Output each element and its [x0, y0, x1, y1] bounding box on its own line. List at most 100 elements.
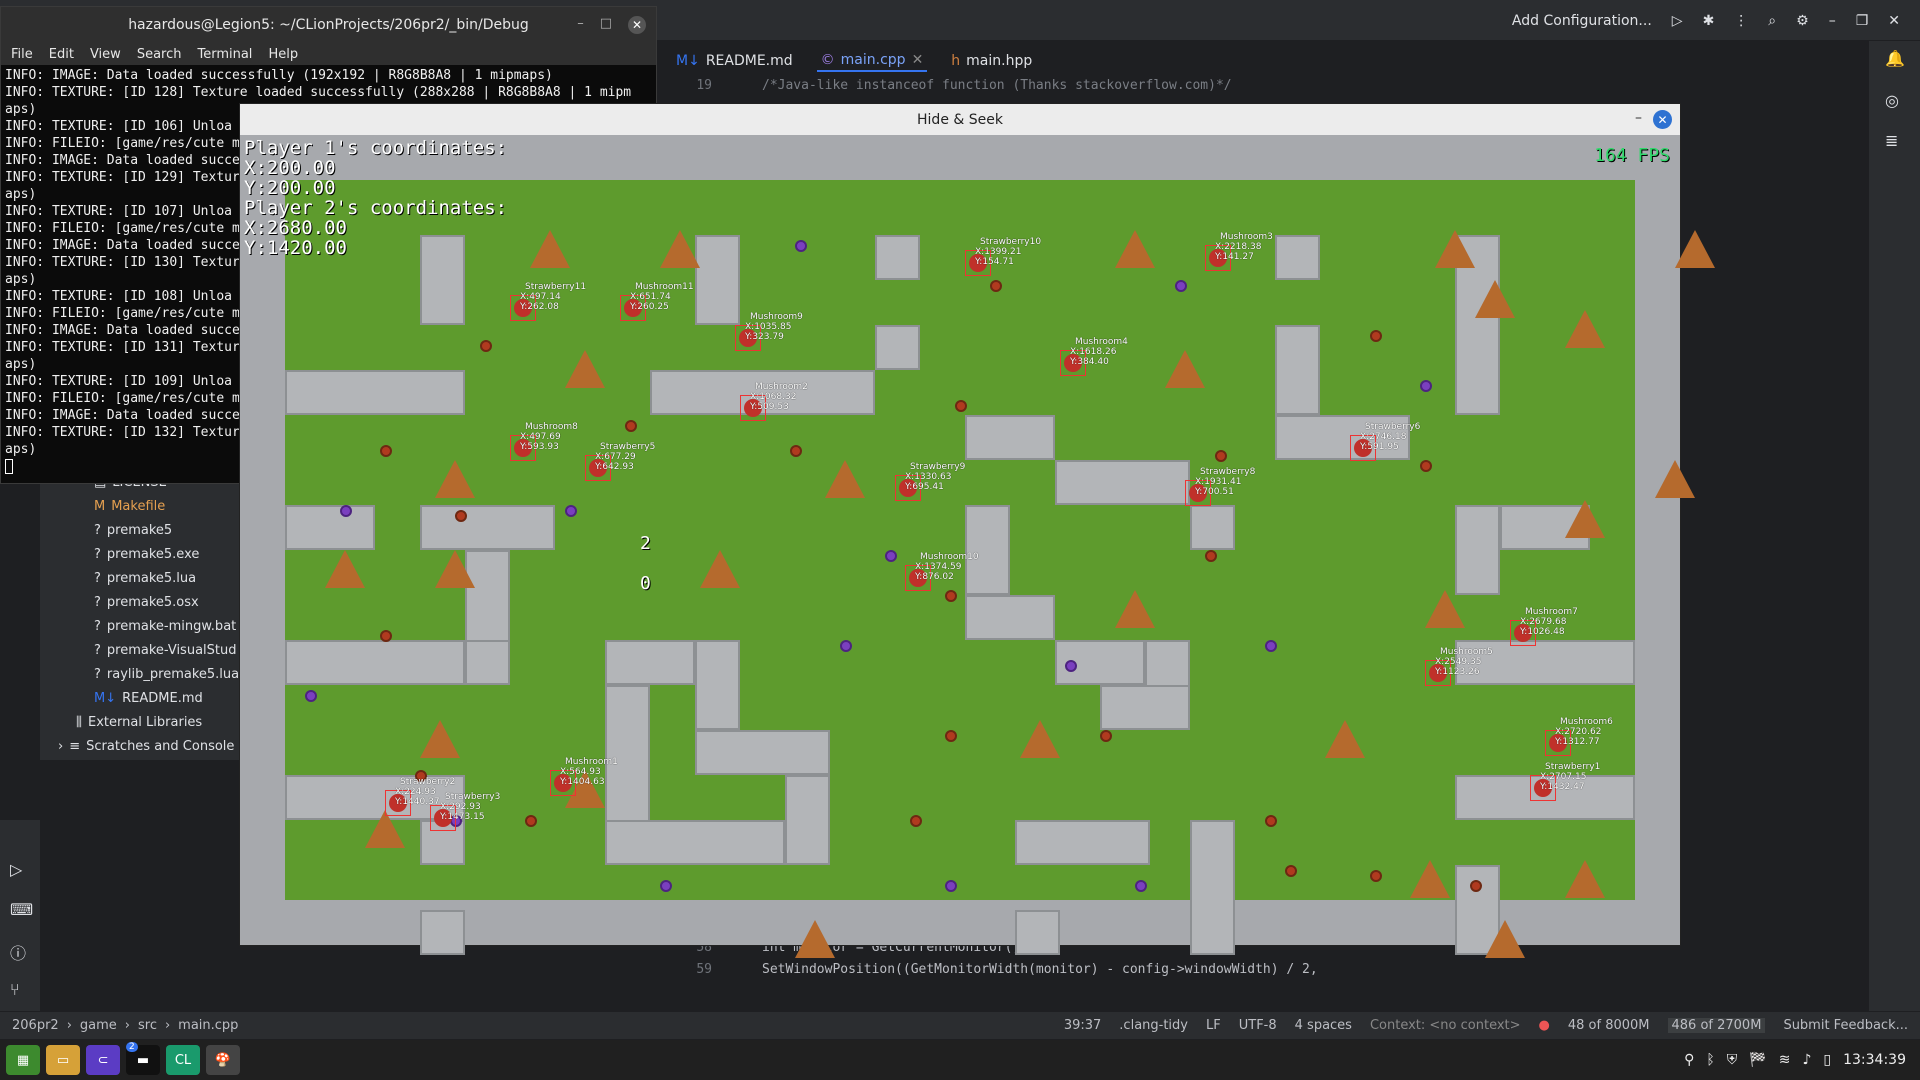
game-window[interactable]: Hide & Seek – ✕ Strawberry10 X:1399.21 Y:1… — [239, 103, 1715, 958]
minimize-icon[interactable]: – — [1635, 110, 1642, 126]
menu-terminal[interactable]: Terminal — [197, 47, 252, 62]
menu-help[interactable]: Help — [268, 47, 298, 62]
stone-wall — [1055, 460, 1190, 505]
close-icon[interactable]: ✕ — [1653, 110, 1672, 129]
clock[interactable]: 13:34:39 — [1843, 1052, 1906, 1068]
entity-name-label: Mushroom3 — [1220, 232, 1273, 242]
menu-edit[interactable]: Edit — [49, 47, 74, 62]
tree-item[interactable]: ? premake-mingw.bat — [40, 614, 240, 638]
run-config-dropdown[interactable]: Add Configuration... — [1512, 13, 1652, 29]
maximize-icon[interactable]: □ — [600, 16, 612, 34]
entity-name-label: Mushroom2 — [755, 382, 808, 392]
entity-name-label: Mushroom8 — [525, 422, 578, 432]
vs-icon[interactable]: ⊂ — [86, 1045, 120, 1075]
ai-assistant-icon[interactable]: ◎ — [1885, 91, 1899, 110]
line-separator[interactable]: LF — [1206, 1018, 1221, 1033]
more-icon[interactable]: ⋮ — [1734, 13, 1748, 29]
tree-item[interactable]: M Makefile — [40, 494, 240, 518]
game-titlebar[interactable]: Hide & Seek – ✕ — [240, 104, 1680, 135]
cursor-position[interactable]: 39:37 — [1064, 1018, 1101, 1033]
system-tray: ⚲ ᛒ ⛨ 🏁 ≋ ♪ ▯ 13:34:39 — [1684, 1040, 1906, 1080]
stone-wall — [695, 640, 740, 730]
tree-item[interactable]: ? premake5.exe — [40, 542, 240, 566]
terminal-titlebar[interactable]: hazardous@Legion5: ~/CLionProjects/206pr… — [1, 7, 656, 43]
entity-y-label: Y:1432.47 — [1540, 782, 1585, 792]
files-icon[interactable]: ▭ — [46, 1045, 80, 1075]
entity-name-label: Mushroom10 — [920, 552, 979, 562]
database-icon[interactable]: ≣ — [1885, 131, 1898, 150]
entity-y-label: Y:260.25 — [630, 302, 669, 312]
run-icon[interactable]: ▷ — [1672, 13, 1683, 29]
linter[interactable]: .clang-tidy — [1119, 1018, 1188, 1033]
memory-indicator-2[interactable]: 486 of 2700M — [1667, 1018, 1766, 1033]
entity-y-label: Y:141.27 — [1215, 252, 1254, 262]
gear-icon[interactable]: ⚙ — [1796, 13, 1809, 29]
window-count-badge: 2 — [126, 1042, 138, 1052]
stone-wall — [965, 505, 1010, 595]
terminal-line: INFO: IMAGE: Data loaded successfully (1… — [5, 68, 553, 83]
restore-icon[interactable]: ❐ — [1856, 13, 1869, 29]
tree-item[interactable]: M↓ README.md — [40, 686, 240, 710]
git-icon[interactable]: ⑂ — [10, 980, 20, 999]
flower — [1420, 380, 1432, 392]
flower — [380, 630, 392, 642]
tree-item[interactable]: ⫼ External Libraries — [40, 710, 240, 734]
minecraft-icon[interactable]: ▦ — [6, 1045, 40, 1075]
tree-item[interactable]: ? premake-VisualStud — [40, 638, 240, 662]
context[interactable]: Context: <no context> — [1370, 1018, 1521, 1033]
tree-item[interactable]: › ≡ Scratches and Console — [40, 734, 240, 758]
wifi-icon[interactable]: ≋ — [1779, 1052, 1791, 1068]
p1-label: Player 1's coordinates: — [244, 137, 508, 159]
encoding[interactable]: UTF-8 — [1239, 1018, 1277, 1033]
tab-main-hpp[interactable]: h main.hpp — [947, 51, 1036, 71]
clion-icon[interactable]: CL — [166, 1045, 200, 1075]
close-tab-icon[interactable]: ✕ — [912, 52, 924, 68]
entity-y-label: Y:509.53 — [750, 402, 789, 412]
volume-icon[interactable]: ♪ — [1802, 1052, 1811, 1068]
tab-main-cpp[interactable]: © main.cpp ✕ — [816, 50, 928, 72]
entity-name-label: Strawberry1 — [1545, 762, 1601, 772]
debug-icon[interactable]: ✱ — [1703, 13, 1715, 29]
tree-item[interactable]: ? raylib_premake5.lua — [40, 662, 240, 686]
menu-file[interactable]: File — [11, 47, 33, 62]
stone-wall — [695, 235, 740, 325]
problems-icon[interactable]: ⓘ — [10, 940, 26, 964]
feedback-link[interactable]: Submit Feedback... — [1783, 1018, 1908, 1033]
close-icon[interactable]: ✕ — [628, 16, 646, 34]
flag-icon[interactable]: 🏁 — [1749, 1052, 1766, 1068]
usb-icon[interactable]: ⚲ — [1684, 1052, 1694, 1068]
tree — [1165, 350, 1205, 388]
terminal-icon[interactable]: ▬ 2 — [126, 1042, 160, 1075]
game-canvas[interactable]: Strawberry10 X:1399.21 Y:154.71 Mushroom3 X:… — [240, 135, 1715, 958]
tree-item[interactable]: ? premake5 — [40, 518, 240, 542]
flower — [1175, 280, 1187, 292]
stone-wall — [605, 820, 785, 865]
error-icon[interactable]: ● — [1539, 1018, 1550, 1033]
shield-icon[interactable]: ⛨ — [1727, 1052, 1738, 1068]
run-panel-icon[interactable]: ▷ — [10, 860, 22, 879]
tree — [1485, 920, 1525, 958]
entity-name-label: Mushroom7 — [1525, 607, 1578, 617]
notifications-icon[interactable]: 🔔 — [1885, 49, 1905, 68]
bluetooth-icon[interactable]: ᛒ — [1706, 1052, 1714, 1068]
tab-readme[interactable]: M↓ README.md — [672, 51, 797, 71]
tree — [530, 230, 570, 268]
flower — [565, 505, 577, 517]
mushroom-game-icon[interactable]: 🍄 — [206, 1045, 240, 1075]
indent[interactable]: 4 spaces — [1295, 1018, 1352, 1033]
tree-item[interactable]: ? premake5.osx — [40, 590, 240, 614]
terminal-cursor[interactable] — [5, 459, 13, 474]
stone-wall — [695, 730, 830, 775]
tree-item[interactable]: ? premake5.lua — [40, 566, 240, 590]
search-icon[interactable]: ⌕ — [1768, 13, 1776, 29]
memory-indicator[interactable]: 48 of 8000M — [1568, 1018, 1650, 1033]
close-icon[interactable]: ✕ — [1888, 13, 1900, 29]
minimize-icon[interactable]: – — [577, 16, 584, 34]
tree — [825, 460, 865, 498]
terminal-panel-icon[interactable]: ⌨ — [10, 900, 33, 919]
menu-search[interactable]: Search — [137, 47, 182, 62]
menu-view[interactable]: View — [90, 47, 121, 62]
battery-icon[interactable]: ▯ — [1823, 1052, 1831, 1068]
flower — [885, 550, 897, 562]
minimize-icon[interactable]: – — [1829, 13, 1836, 29]
